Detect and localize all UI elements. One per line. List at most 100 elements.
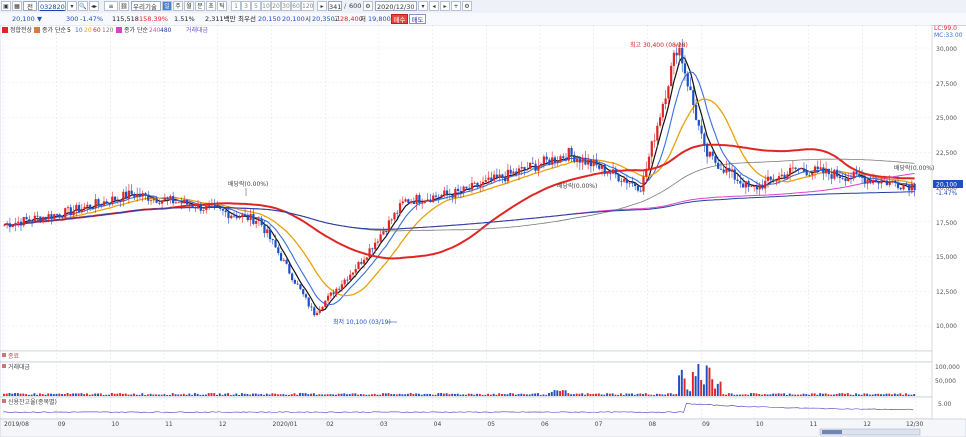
- interval-30-button[interactable]: 30: [281, 1, 291, 11]
- vol-label-50000: 50,000: [935, 378, 956, 385]
- candle-body: [42, 216, 45, 222]
- period-second-button[interactable]: 초: [206, 1, 216, 11]
- interval-20-button[interactable]: 20: [271, 1, 281, 11]
- layout-icon[interactable]: ▦: [12, 1, 22, 11]
- candle-body: [127, 190, 130, 199]
- count-input[interactable]: 341: [328, 1, 342, 11]
- volume-bar: [514, 394, 517, 396]
- candle-body: [213, 204, 216, 206]
- period-week-button[interactable]: 주: [173, 1, 183, 11]
- list-icon[interactable]: ≡: [104, 1, 118, 11]
- candle-body: [266, 229, 269, 234]
- interval-120-button[interactable]: 120: [301, 1, 314, 11]
- panel3-title: 거래대금: [8, 363, 31, 371]
- interval-10-button[interactable]: 10: [261, 1, 271, 11]
- code-input[interactable]: 032820: [38, 1, 66, 11]
- volume-bar: [863, 393, 866, 396]
- candle-body: [279, 253, 283, 261]
- y-label-15000: 15,000: [936, 254, 957, 261]
- scroll-thumb[interactable]: [822, 430, 842, 434]
- volume-bar: [761, 394, 764, 396]
- period-month-button[interactable]: 월: [184, 1, 194, 11]
- volume-bar: [700, 380, 703, 396]
- candle-body: [277, 247, 280, 254]
- interval-5-button[interactable]: 5: [251, 1, 261, 11]
- candle-body: [462, 186, 465, 193]
- candle-body: [409, 201, 413, 203]
- volume-bar: [390, 394, 393, 396]
- candle-body: [600, 164, 604, 169]
- candle-body: [780, 174, 783, 177]
- search-icon[interactable]: 🔍: [78, 1, 88, 11]
- candle-body: [744, 181, 747, 188]
- expand-icon[interactable]: ▸: [317, 1, 327, 11]
- volume-bar: [310, 393, 313, 396]
- interval-3-button[interactable]: 3: [241, 1, 251, 11]
- prev-icon[interactable]: ◂: [429, 1, 439, 11]
- interval-60-button[interactable]: 60: [291, 1, 301, 11]
- candle-body: [30, 220, 34, 222]
- volume-bar: [420, 394, 423, 396]
- gear-icon[interactable]: ⚙: [462, 1, 472, 11]
- candle-body: [844, 178, 847, 182]
- sell-button[interactable]: 매도: [409, 14, 426, 24]
- candle-body: [404, 199, 407, 202]
- candle-body: [874, 179, 877, 183]
- candle-body: [376, 241, 379, 243]
- date-input[interactable]: 2020/12/30: [375, 1, 417, 11]
- volume-bar: [653, 394, 656, 396]
- candle-body: [412, 201, 415, 205]
- market-select[interactable]: 전: [23, 1, 37, 11]
- volume-bar: [763, 393, 766, 396]
- candle-body: [647, 156, 651, 169]
- link-icon[interactable]: ⛓: [119, 1, 129, 11]
- calendar-icon[interactable]: ▾: [418, 1, 428, 11]
- prev-next-icon[interactable]: ◂▸: [89, 1, 99, 11]
- candle-body: [136, 193, 139, 198]
- y-label-25000: 25,000: [936, 115, 957, 122]
- candle-body: [191, 205, 194, 208]
- candle-body: [741, 183, 745, 188]
- candle-body: [315, 312, 319, 316]
- candle-body: [360, 262, 363, 264]
- volume-bar: [58, 393, 61, 396]
- volume-bar: [559, 391, 562, 396]
- candle-body: [697, 119, 700, 126]
- volume-bar: [750, 393, 752, 396]
- volume-bar: [227, 393, 230, 396]
- candle-body: [55, 214, 59, 215]
- period-minute-button[interactable]: 분: [195, 1, 205, 11]
- candle-body: [877, 182, 880, 184]
- next-icon[interactable]: ▸: [440, 1, 450, 11]
- stock-chart[interactable]: 정합전상 종가 단순 5 10 20 60 120 종가 단순 240 480 …: [0, 25, 966, 437]
- volume-bar: [536, 393, 539, 396]
- dropdown-icon[interactable]: ▾: [67, 1, 77, 11]
- interval-1-button[interactable]: 1: [231, 1, 241, 11]
- period-day-button[interactable]: 일: [162, 1, 172, 11]
- volume-bar: [478, 393, 481, 396]
- setting-icon[interactable]: ⚙: [363, 1, 373, 11]
- window-menu-icon[interactable]: ▣: [1, 1, 11, 11]
- period-tick-button[interactable]: 틱: [217, 1, 227, 11]
- volume-bar: [299, 393, 301, 396]
- candle-body: [407, 199, 410, 203]
- buy-button[interactable]: 매수: [391, 14, 408, 24]
- candle-body: [573, 154, 576, 162]
- candle-body: [371, 248, 374, 250]
- volume-bar: [913, 394, 916, 396]
- price-change: 300: [66, 15, 79, 23]
- x-tick-label: 11: [165, 421, 173, 428]
- volume-bar: [38, 393, 41, 396]
- candle-body: [125, 191, 128, 199]
- candle-body: [72, 211, 75, 216]
- volume-bar: [135, 394, 138, 396]
- candle-body: [296, 283, 299, 285]
- volume-bar: [362, 394, 365, 396]
- volume-bar: [694, 376, 697, 396]
- volume-bar: [561, 390, 564, 396]
- candle-body: [459, 191, 462, 193]
- candle-body: [575, 158, 579, 162]
- add-icon[interactable]: +: [451, 1, 461, 11]
- candle-body: [811, 172, 814, 176]
- candle-body: [429, 199, 432, 203]
